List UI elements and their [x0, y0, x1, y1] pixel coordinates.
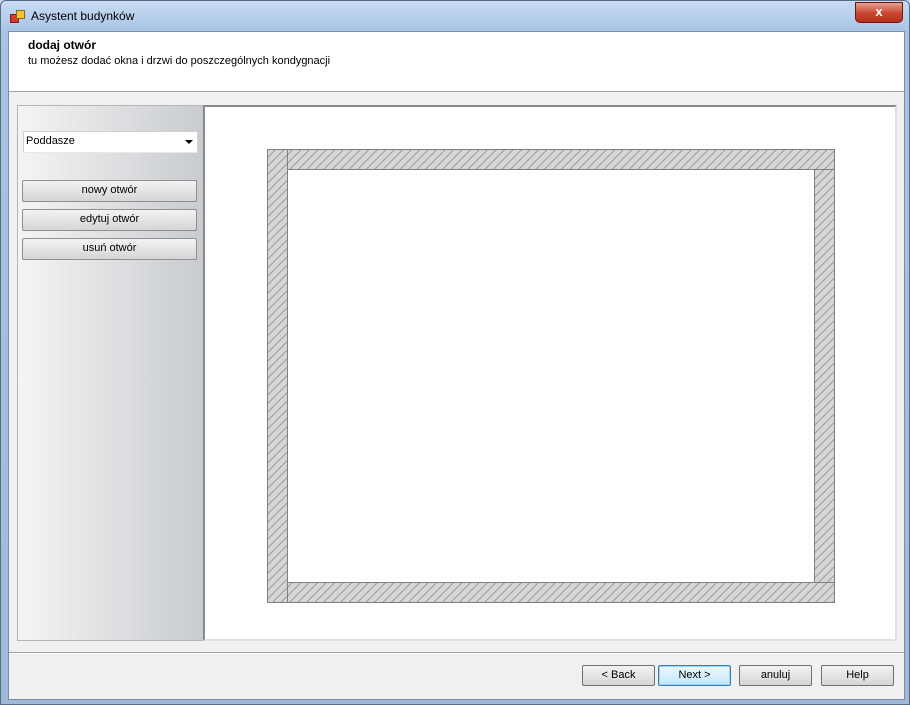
wall-bottom: [267, 582, 835, 603]
sidebar: Poddasze nowy otwór edytuj otwór usuń ot…: [17, 105, 205, 641]
wall-top: [267, 149, 835, 170]
page-subtitle: tu możesz dodać okna i drzwi do poszczeg…: [28, 55, 331, 67]
chevron-down-icon[interactable]: [185, 140, 193, 144]
close-button[interactable]: x: [855, 2, 903, 23]
wizard-window: Asystent budynków x dodaj otwór tu możes…: [0, 0, 910, 705]
page-title: dodaj otwór: [28, 38, 96, 52]
floor-plan-canvas[interactable]: [203, 105, 897, 641]
wall-right: [814, 169, 835, 583]
window-title: Asystent budynków: [31, 9, 135, 23]
cancel-button[interactable]: anuluj: [739, 665, 812, 686]
back-button[interactable]: < Back: [582, 665, 655, 686]
room-interior: [287, 169, 815, 583]
next-button[interactable]: Next >: [658, 665, 731, 686]
floor-plan: [267, 149, 835, 603]
client-area: dodaj otwór tu możesz dodać okna i drzwi…: [8, 31, 905, 700]
help-button[interactable]: Help: [821, 665, 894, 686]
wall-left: [267, 149, 288, 603]
edit-opening-button[interactable]: edytuj otwór: [22, 209, 197, 231]
floor-select-value: Poddasze: [26, 135, 75, 147]
title-bar[interactable]: Asystent budynków x: [1, 1, 909, 31]
wizard-header: dodaj otwór tu możesz dodać okna i drzwi…: [9, 32, 904, 92]
app-icon: [10, 10, 25, 23]
floor-select[interactable]: Poddasze: [23, 131, 198, 153]
delete-opening-button[interactable]: usuń otwór: [22, 238, 197, 260]
footer-divider: [9, 652, 904, 654]
new-opening-button[interactable]: nowy otwór: [22, 180, 197, 202]
